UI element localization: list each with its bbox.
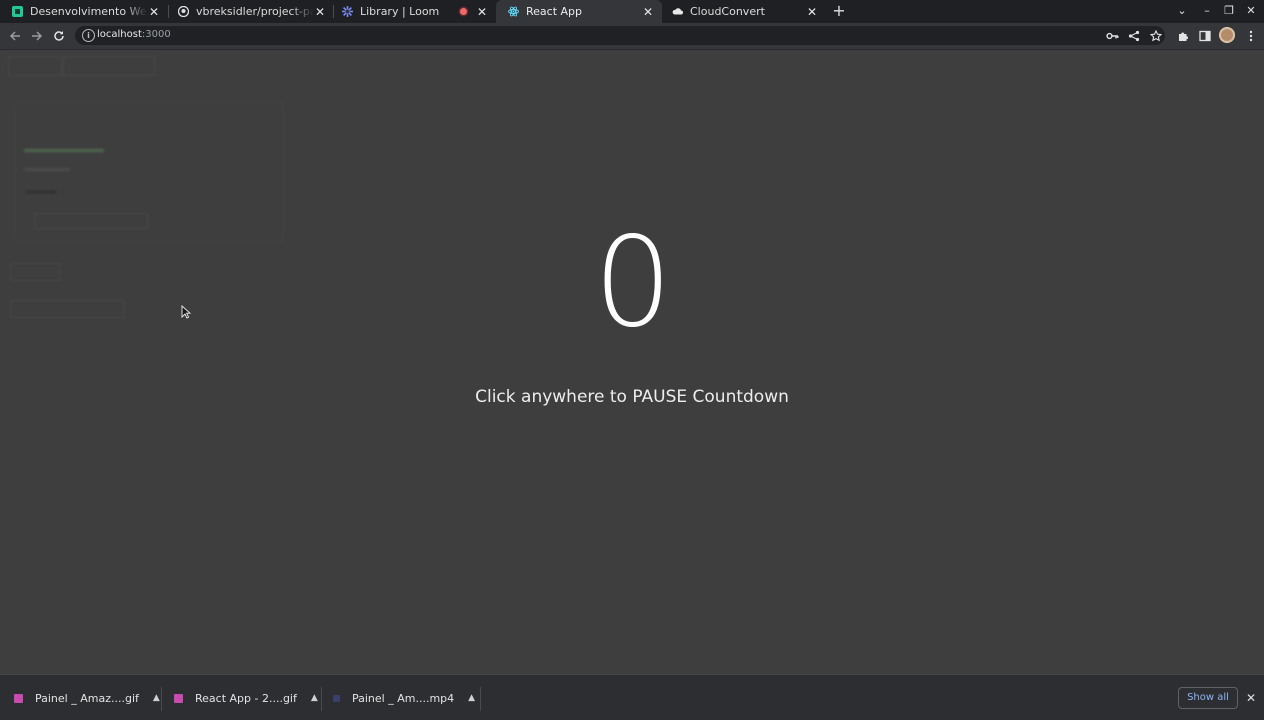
gif-file-icon <box>174 693 183 703</box>
gif-file-icon <box>14 693 23 703</box>
cloud-icon <box>672 6 683 17</box>
countdown-counter: 0 <box>593 211 673 355</box>
tab-title: Desenvolvimento Web - T <box>30 5 148 18</box>
site-info-icon[interactable]: i <box>82 29 95 42</box>
close-icon[interactable]: ✕ <box>314 6 326 18</box>
download-shelf: Painel _ Amaz....gif ▲ React App - 2....… <box>0 674 1264 720</box>
tab-title: CloudConvert <box>690 5 765 18</box>
download-item[interactable]: React App - 2....gif ▲ <box>174 675 318 720</box>
maximize-icon[interactable]: ❐ <box>1221 3 1237 19</box>
side-panel-icon[interactable] <box>1197 28 1213 44</box>
browser-toolbar: i localhost:3000 <box>0 23 1264 50</box>
url-host: localhost <box>97 29 142 40</box>
github-icon <box>178 6 189 17</box>
chevron-up-icon[interactable]: ▲ <box>311 693 318 703</box>
close-icon[interactable]: ✕ <box>148 6 160 18</box>
tab-search-icon[interactable]: ⌄ <box>1174 3 1190 19</box>
page-content[interactable]: 0 Click anywhere to PAUSE Countdown <box>0 50 1264 674</box>
pause-hint-text: Click anywhere to PAUSE Countdown <box>475 387 789 407</box>
download-filename: React App - 2....gif <box>195 691 297 705</box>
new-tab-button[interactable]: + <box>831 3 847 19</box>
chevron-up-icon[interactable]: ▲ <box>153 693 160 703</box>
close-shelf-icon[interactable]: ✕ <box>1244 691 1258 705</box>
tab-title: vbreksidler/project-patie <box>196 5 314 18</box>
ghost-element <box>24 168 70 171</box>
share-icon[interactable] <box>1126 28 1142 44</box>
close-icon[interactable]: ✕ <box>476 6 488 18</box>
recording-indicator-icon <box>460 8 467 15</box>
address-bar[interactable]: i localhost:3000 <box>75 26 1165 45</box>
close-icon[interactable]: ✕ <box>806 6 818 18</box>
video-file-icon <box>333 694 340 702</box>
tab-strip: Desenvolvimento Web - T ✕ vbreksidler/pr… <box>0 0 1264 23</box>
ghost-element <box>24 149 104 152</box>
download-divider <box>321 687 322 711</box>
bookmark-star-icon[interactable] <box>1148 28 1164 44</box>
close-icon[interactable]: ✕ <box>642 6 654 18</box>
download-item[interactable]: Painel _ Amaz....gif ▲ <box>14 675 160 720</box>
download-filename: Painel _ Am....mp4 <box>352 691 455 705</box>
download-item[interactable]: Painel _ Am....mp4 ▲ <box>333 675 475 720</box>
ghost-element <box>26 191 56 193</box>
close-window-icon[interactable]: ✕ <box>1243 3 1259 19</box>
key-icon[interactable] <box>1104 28 1120 44</box>
loom-icon <box>342 6 353 17</box>
forward-icon[interactable] <box>29 28 45 44</box>
download-divider <box>161 687 162 711</box>
ghost-element <box>8 56 62 76</box>
tab-loom[interactable]: Library | Loom ✕ <box>330 0 496 23</box>
app-icon <box>12 6 23 17</box>
menu-kebab-icon[interactable] <box>1243 28 1259 44</box>
back-icon[interactable] <box>7 28 23 44</box>
tab-desenvolvimento-web[interactable]: Desenvolvimento Web - T ✕ <box>0 0 168 23</box>
minimize-icon[interactable]: – <box>1199 3 1215 19</box>
chevron-up-icon[interactable]: ▲ <box>468 693 475 703</box>
tab-github[interactable]: vbreksidler/project-patie ✕ <box>166 0 334 23</box>
profile-avatar[interactable] <box>1219 27 1235 43</box>
tab-react-app[interactable]: React App ✕ <box>496 0 662 23</box>
tab-title: Library | Loom <box>360 5 440 18</box>
mouse-cursor-icon <box>181 305 191 319</box>
browser-window: Desenvolvimento Web - T ✕ vbreksidler/pr… <box>0 0 1264 720</box>
tab-cloudconvert[interactable]: CloudConvert ✕ <box>660 0 826 23</box>
url-port: :3000 <box>141 29 171 40</box>
reload-icon[interactable] <box>51 28 67 44</box>
ghost-element <box>63 56 155 76</box>
extensions-puzzle-icon[interactable] <box>1175 28 1191 44</box>
url-text: localhost:3000 <box>97 29 171 40</box>
download-divider <box>480 687 481 711</box>
download-filename: Painel _ Amaz....gif <box>35 691 139 705</box>
react-icon <box>508 6 519 17</box>
tab-title: React App <box>526 5 583 18</box>
show-all-button[interactable]: Show all <box>1178 687 1238 709</box>
